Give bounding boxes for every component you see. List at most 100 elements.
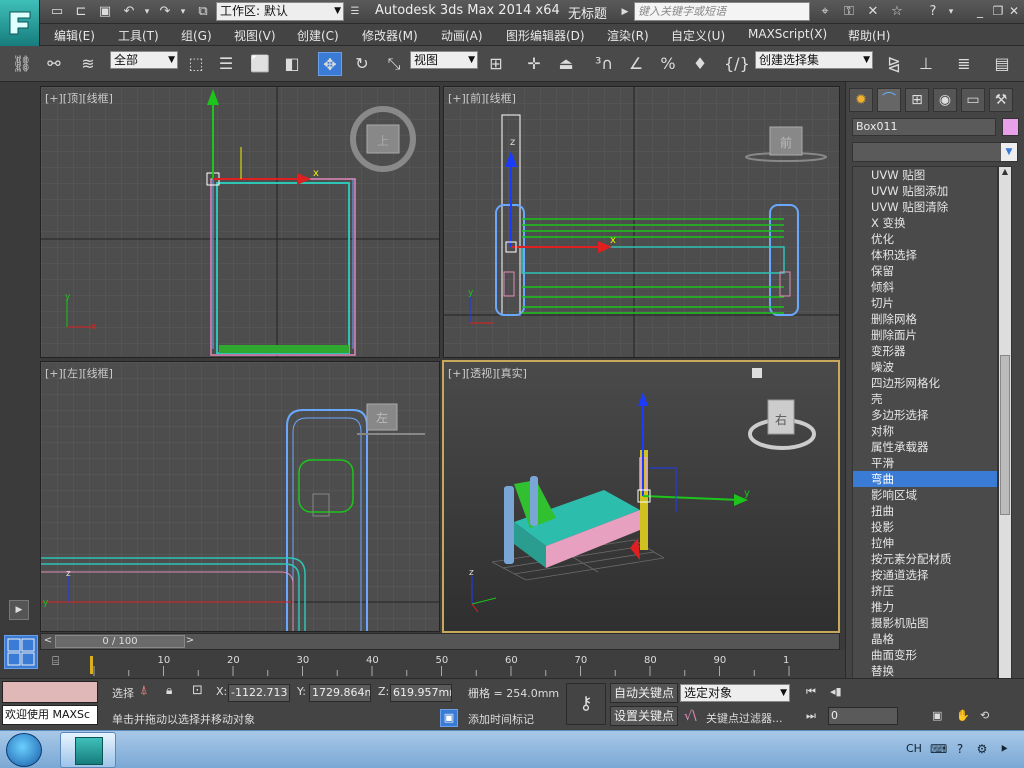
modifier-item[interactable]: 按通道选择 [853, 567, 997, 583]
select-and-move-icon[interactable]: ✥ [318, 52, 342, 76]
named-selection-set-select[interactable]: 创建选择集 ▼ [755, 51, 873, 69]
select-and-rotate-icon[interactable]: ↻ [350, 52, 374, 76]
time-tag-icon[interactable]: ▣ [440, 709, 458, 727]
modifier-item[interactable]: 影响区域 [853, 487, 997, 503]
keyboard-shortcut-override-icon[interactable]: ⏏ [554, 52, 578, 76]
modifier-item[interactable]: 体积选择 [853, 247, 997, 263]
workspace-select[interactable]: 工作区: 默认 ▼ [216, 2, 344, 21]
display-tab-icon[interactable]: ▭ [961, 88, 985, 112]
project-folder-icon[interactable]: ⧉ [194, 3, 212, 21]
select-object-icon[interactable]: ⬚ [184, 52, 208, 76]
current-frame-field[interactable]: 0 [828, 707, 898, 725]
modifier-item[interactable]: UVW 贴图 [853, 167, 997, 183]
window-crossing-icon[interactable]: ◧ [280, 52, 304, 76]
redo-dropdown-icon[interactable]: ▾ [174, 3, 192, 21]
go-to-start-icon[interactable]: ⏮ [806, 685, 816, 699]
maxscript-listener-input[interactable]: 欢迎使用 MAXSc [2, 705, 98, 725]
menu-tools[interactable]: 工具(T) [118, 27, 159, 44]
modifier-item[interactable]: 变形器 [853, 343, 997, 359]
modifier-item[interactable]: 挤压 [853, 583, 997, 599]
mini-curve-editor-icon[interactable]: ⌸ [52, 654, 72, 670]
pan-icon[interactable]: ✋ [956, 709, 970, 722]
modifier-item[interactable]: 拉伸 [853, 535, 997, 551]
viewport-top-label[interactable]: [+][顶][线框] [45, 90, 113, 106]
track-ruler[interactable]: 10 20 30 40 50 60 70 80 90 100 [90, 652, 790, 678]
menu-modifiers[interactable]: 修改器(M) [362, 27, 418, 44]
menu-edit[interactable]: 编辑(E) [54, 27, 95, 44]
prev-frame-icon[interactable]: < [41, 635, 55, 648]
time-slider-handle[interactable]: 0 / 100 [55, 635, 185, 648]
help-icon[interactable]: ? [924, 3, 942, 21]
modifier-item[interactable]: 噪波 [853, 359, 997, 375]
select-by-name-icon[interactable]: ☰ [214, 52, 238, 76]
search-input[interactable]: 键入关键字或短语 [634, 2, 810, 21]
viewport-front[interactable]: x z 前 y [+][前][线框] [443, 86, 840, 358]
lock-selection-icon[interactable]: 🔒︎ [166, 683, 172, 698]
z-coordinate-field[interactable]: 619.957mr [390, 684, 452, 702]
object-color-swatch[interactable] [1002, 118, 1019, 136]
community-icon[interactable]: ✕ [864, 3, 882, 21]
viewport-perspective-label[interactable]: [+][透视][真实] [448, 365, 527, 381]
menu-help[interactable]: 帮助(H) [848, 27, 890, 44]
modifier-list-scrollbar[interactable]: ▲ ▼ [998, 166, 1012, 702]
select-manipulate-icon[interactable]: ✛ [522, 52, 546, 76]
modifier-item[interactable]: 四边形网格化 [853, 375, 997, 391]
mirror-icon[interactable]: ⧎ [882, 52, 906, 76]
ribbon-toggle-icon[interactable]: ▤ [990, 52, 1014, 76]
input-language-indicator[interactable]: CH [906, 742, 922, 755]
modifier-item[interactable]: 对称 [853, 423, 997, 439]
set-key-icon[interactable]: ⚷ [566, 683, 606, 725]
redo-icon[interactable]: ↷ [156, 3, 174, 21]
quick-access-menu-icon[interactable]: ☰ [346, 3, 364, 21]
absolute-mode-icon[interactable]: ⊡ [192, 683, 203, 698]
angle-snap-icon[interactable]: ∠ [624, 52, 648, 76]
scroll-up-icon[interactable]: ▲ [999, 167, 1011, 179]
modifier-item[interactable]: 晶格 [853, 631, 997, 647]
menu-graph-editors[interactable]: 图形编辑器(D) [506, 27, 585, 44]
help-tray-icon[interactable]: ? [952, 741, 968, 757]
snaps-toggle-icon[interactable]: ³∩ [592, 52, 616, 76]
unlink-icon[interactable]: ⚯ [42, 52, 66, 76]
modifier-item[interactable]: 删除面片 [853, 327, 997, 343]
isolate-selection-icon[interactable]: ⍋ [140, 683, 148, 698]
new-file-icon[interactable]: ▭ [48, 3, 66, 21]
settings-tray-icon[interactable]: ⚙ [974, 741, 990, 757]
modifier-item[interactable]: UVW 贴图清除 [853, 199, 997, 215]
undo-icon[interactable]: ↶ [120, 3, 138, 21]
windows-start-icon[interactable] [6, 733, 42, 767]
modifier-list-dropdown[interactable]: ▼ [852, 142, 1018, 162]
modifier-item[interactable]: 推力 [853, 599, 997, 615]
menu-group[interactable]: 组(G) [181, 27, 212, 44]
modifier-item[interactable]: 优化 [853, 231, 997, 247]
taskbar-3dsmax-button[interactable] [60, 732, 116, 768]
key-filters-button[interactable]: 关键点过滤器... [706, 710, 783, 726]
modifier-item[interactable]: 按元素分配材质 [853, 551, 997, 567]
maxscript-listener-pink[interactable] [2, 681, 98, 703]
bind-space-warp-icon[interactable]: ≋ [76, 52, 100, 76]
binoculars-icon[interactable]: ⌖ [816, 3, 834, 21]
prev-key-icon[interactable]: ◂▮ [830, 685, 842, 698]
close-icon[interactable]: ✕ [1006, 3, 1022, 19]
viewport-perspective[interactable]: y 右 z [+][透视][真实] [442, 360, 840, 633]
modifier-item[interactable]: X 变换 [853, 215, 997, 231]
zoom-extents-icon[interactable]: ▣ [932, 709, 942, 722]
modifier-item[interactable]: 摄影机贴图 [853, 615, 997, 631]
menu-rendering[interactable]: 渲染(R) [607, 27, 649, 44]
keyboard-icon[interactable]: ⌨ [930, 741, 947, 757]
modifier-item[interactable]: 弯曲 [853, 471, 997, 487]
modifier-item[interactable]: 扭曲 [853, 503, 997, 519]
viewport-layout-icon[interactable] [4, 635, 38, 669]
open-file-icon[interactable]: ⊏ [72, 3, 90, 21]
spinner-snap-icon[interactable]: ♦ [688, 52, 712, 76]
menu-animation[interactable]: 动画(A) [441, 27, 483, 44]
set-key-button[interactable]: 设置关键点 [610, 706, 679, 726]
modifier-item[interactable]: 替换 [853, 663, 997, 679]
layer-manager-icon[interactable]: ≣ [952, 52, 976, 76]
modifier-item[interactable]: 切片 [853, 295, 997, 311]
utilities-tab-icon[interactable]: ⚒ [989, 88, 1013, 112]
link-icon[interactable]: ⛓ [10, 52, 34, 76]
tray-expand-icon[interactable]: ⯈ [996, 741, 1012, 757]
viewport-top[interactable]: x 上 y x [+][顶][线框] [40, 86, 440, 358]
y-coordinate-field[interactable]: 1729.864m [309, 684, 371, 702]
modifier-item[interactable]: 多边形选择 [853, 407, 997, 423]
